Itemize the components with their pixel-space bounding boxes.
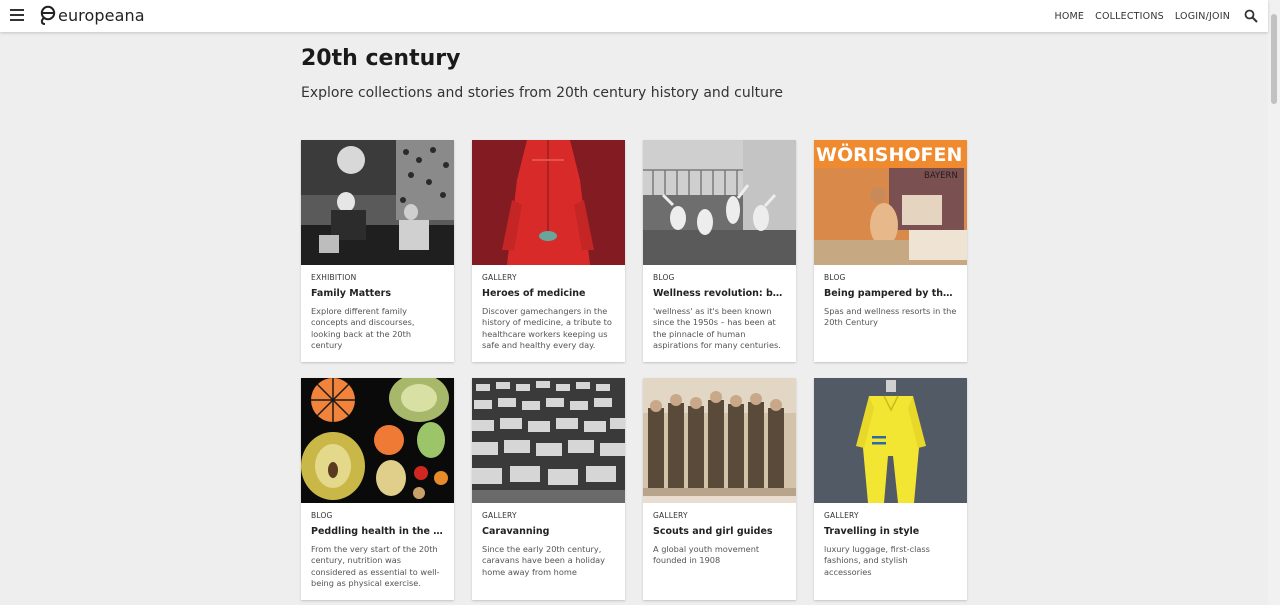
nav-home[interactable]: HOME [1055, 11, 1085, 22]
nav-collections[interactable]: COLLECTIONS [1095, 11, 1164, 22]
nav-login-join[interactable]: LOGIN/JOIN [1175, 11, 1230, 22]
content-card-grid: EXHIBITION Family Matters Explore differ… [301, 140, 969, 600]
card-type: GALLERY [482, 273, 517, 282]
top-navigation-bar: europeana HOME COLLECTIONS LOGIN/JOIN [0, 0, 1268, 32]
card-image [643, 378, 796, 503]
card-wellness-revolution[interactable]: BLOG Wellness revolution: body… 'wellnes… [643, 140, 796, 362]
page-subtitle: Explore collections and stories from 20t… [301, 85, 784, 101]
card-image: WÖRISHOFEN BAYERN [814, 140, 967, 265]
card-description: Spas and wellness resorts in the 20th Ce… [824, 306, 957, 328]
card-type: BLOG [653, 273, 675, 282]
menu-icon[interactable] [10, 9, 24, 21]
search-icon[interactable] [1244, 9, 1258, 23]
card-family-matters[interactable]: EXHIBITION Family Matters Explore differ… [301, 140, 454, 362]
europeana-logo[interactable]: europeana [38, 5, 145, 25]
main-nav: HOME COLLECTIONS LOGIN/JOIN [1044, 0, 1258, 32]
europeana-logo-icon [40, 5, 56, 25]
card-title[interactable]: Scouts and girl guides [653, 526, 786, 537]
card-image [472, 140, 625, 265]
card-heroes-of-medicine[interactable]: GALLERY Heroes of medicine Discover game… [472, 140, 625, 362]
card-being-pampered[interactable]: WÖRISHOFEN BAYERN BLOG Being pampered by… [814, 140, 967, 362]
card-description: From the very start of the 20th century,… [311, 544, 440, 588]
card-type: EXHIBITION [311, 273, 357, 282]
card-caravanning[interactable]: GALLERY Caravanning Since the early 20th… [472, 378, 625, 600]
card-image [301, 140, 454, 265]
card-peddling-health[interactable]: BLOG Peddling health in the 20t… From th… [301, 378, 454, 600]
card-type: BLOG [311, 511, 333, 520]
card-image [814, 378, 967, 503]
poster-region: BAYERN [924, 171, 958, 181]
card-description: Explore different family concepts and di… [311, 306, 415, 350]
card-description: A global youth movement founded in 1908 [653, 544, 760, 566]
card-scouts-and-girl-guides[interactable]: GALLERY Scouts and girl guides A global … [643, 378, 796, 600]
card-image [643, 140, 796, 265]
card-image [472, 378, 625, 503]
page-scrollbar[interactable] [1268, 0, 1280, 605]
page-title: 20th century [301, 46, 461, 71]
scrollbar-thumb[interactable] [1271, 14, 1277, 104]
card-title[interactable]: Peddling health in the 20t… [311, 526, 444, 537]
card-title[interactable]: Travelling in style [824, 526, 957, 537]
card-type: GALLERY [824, 511, 859, 520]
card-type: GALLERY [482, 511, 517, 520]
card-title[interactable]: Caravanning [482, 526, 615, 537]
card-image [301, 378, 454, 503]
card-title[interactable]: Family Matters [311, 288, 444, 299]
card-title[interactable]: Being pampered by the pool [824, 288, 957, 299]
card-travelling-in-style[interactable]: GALLERY Travelling in style luxury lugga… [814, 378, 967, 600]
card-title[interactable]: Heroes of medicine [482, 288, 615, 299]
card-description: 'wellness' as it's been known since the … [653, 306, 781, 350]
card-type: BLOG [824, 273, 846, 282]
card-type: GALLERY [653, 511, 688, 520]
card-description: Since the early 20th century, caravans h… [482, 544, 606, 577]
poster-title: WÖRISHOFEN [816, 142, 962, 166]
logo-text: europeana [58, 5, 145, 25]
card-description: luxury luggage, first-class fashions, an… [824, 544, 930, 577]
card-title[interactable]: Wellness revolution: body… [653, 288, 786, 299]
card-description: Discover gamechangers in the history of … [482, 306, 612, 350]
